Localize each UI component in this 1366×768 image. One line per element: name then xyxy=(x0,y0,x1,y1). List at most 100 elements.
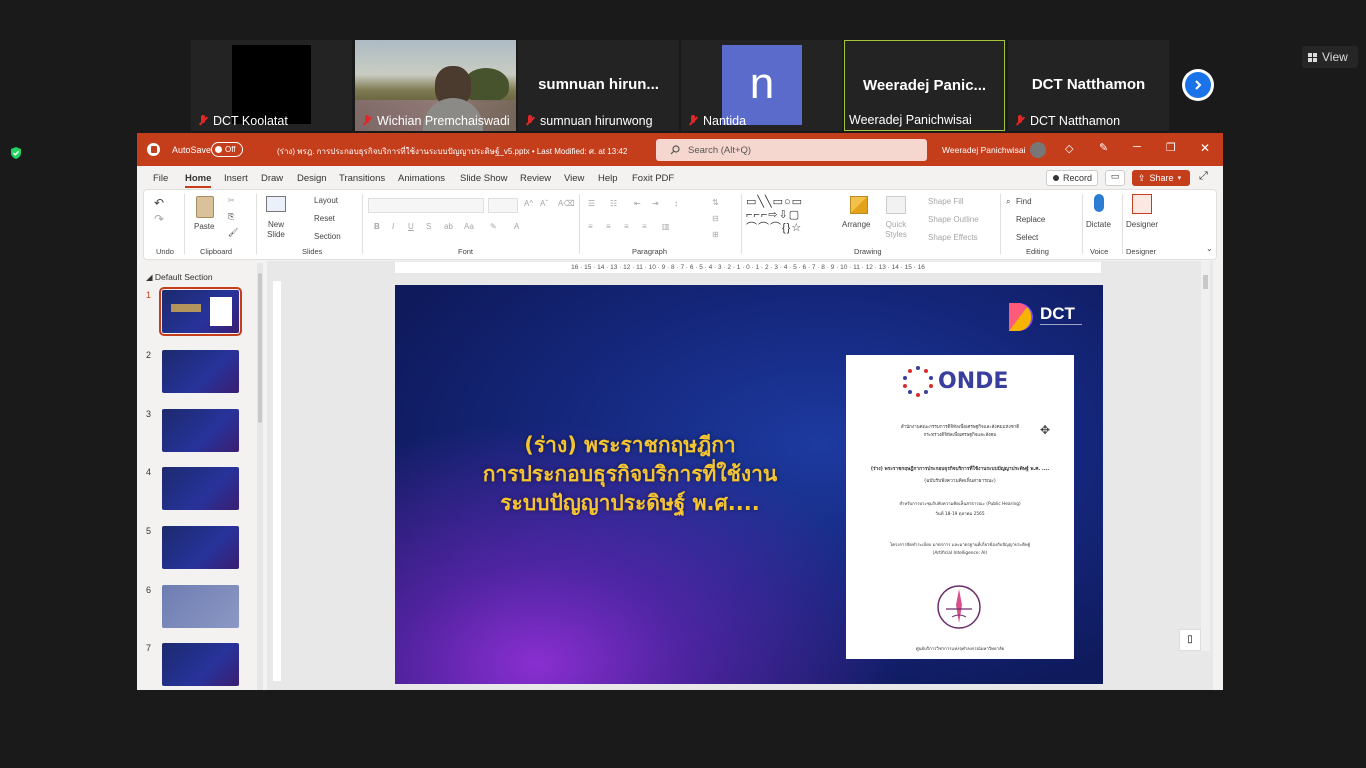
select-button[interactable]: Select xyxy=(1016,233,1038,242)
comments-button[interactable]: ▭ xyxy=(1105,170,1125,186)
restore-icon[interactable]: ❐ xyxy=(1166,141,1176,154)
file-title[interactable]: (ร่าง) พรฎ. การประกอบธุรกิจบริการที่ใช้ง… xyxy=(277,145,627,158)
columns-icon[interactable]: ▥ xyxy=(662,222,670,231)
slide-thumbnail[interactable] xyxy=(162,350,239,393)
tab-file[interactable]: File xyxy=(153,173,168,184)
font-color-icon[interactable]: A xyxy=(514,222,519,231)
collapse-ribbon-icon[interactable]: ⌄ xyxy=(1206,244,1213,253)
slide-thumbnail[interactable] xyxy=(162,526,239,569)
tab-view[interactable]: View xyxy=(564,173,584,184)
close-icon[interactable]: ✕ xyxy=(1200,141,1210,155)
microphone-icon[interactable] xyxy=(1094,194,1104,212)
arrange-button[interactable]: Arrange xyxy=(842,220,870,229)
shape-fill-button[interactable]: Shape Fill xyxy=(928,197,964,206)
align-center-icon[interactable]: ≡ xyxy=(606,222,611,231)
tab-review[interactable]: Review xyxy=(520,173,551,184)
shapes-gallery[interactable]: ▭╲╲▭○▭ ⌐⌐⌐⇨⇩▢ ⌒⌒⌒{}☆ xyxy=(746,196,836,238)
autosave-toggle[interactable]: Off xyxy=(211,142,243,157)
tab-home[interactable]: Home xyxy=(185,173,212,188)
vertical-scrollbar[interactable] xyxy=(1201,261,1210,651)
slide-thumbnail[interactable] xyxy=(162,409,239,452)
quick-styles-icon[interactable] xyxy=(886,196,906,214)
tab-slide-show[interactable]: Slide Show xyxy=(460,173,508,184)
next-page-button[interactable] xyxy=(1182,69,1214,101)
italic-icon[interactable]: I xyxy=(392,222,394,231)
text-direction-icon[interactable]: ⇅ xyxy=(712,198,719,207)
find-button[interactable]: Find xyxy=(1016,197,1032,206)
designer-icon[interactable] xyxy=(1132,194,1152,214)
format-painter-icon[interactable]: 🖌 xyxy=(228,228,238,237)
slide-thumbnail[interactable] xyxy=(162,585,239,628)
section-button[interactable]: Section xyxy=(314,232,341,241)
avatar[interactable] xyxy=(1030,142,1046,158)
document-cover-image[interactable]: ONDE สำนักงานคณะกรรมการดิจิทัลเพื่อเศรษฐ… xyxy=(846,355,1074,659)
participant-tile[interactable]: n Nantida xyxy=(681,40,842,131)
pen-icon[interactable]: ✎ xyxy=(1099,141,1108,154)
dictate-button[interactable]: Dictate xyxy=(1086,220,1111,229)
strikethrough-icon[interactable]: S xyxy=(426,222,431,231)
paste-button[interactable]: Paste xyxy=(194,222,214,231)
search-box[interactable]: Search (Alt+Q) xyxy=(656,139,927,161)
redo-icon[interactable]: ↷ xyxy=(154,212,164,226)
share-button[interactable]: ⇪ Share ▾ xyxy=(1132,170,1190,186)
tab-help[interactable]: Help xyxy=(598,173,618,184)
participant-tile[interactable]: DCT Koolatat xyxy=(191,40,352,131)
highlight-icon[interactable]: ✎ xyxy=(490,222,497,231)
view-button[interactable]: View xyxy=(1302,46,1358,68)
slide-thumbnail[interactable] xyxy=(162,643,239,686)
reset-button[interactable]: Reset xyxy=(314,214,335,223)
justify-icon[interactable]: ≡ xyxy=(642,222,647,231)
shape-outline-button[interactable]: Shape Outline xyxy=(928,215,979,224)
tab-draw[interactable]: Draw xyxy=(261,173,283,184)
font-size-dropdown[interactable] xyxy=(488,198,518,213)
minimize-icon[interactable]: ─ xyxy=(1133,141,1141,153)
diamond-icon[interactable]: ◇ xyxy=(1065,142,1073,155)
bullets-icon[interactable]: ☰ xyxy=(588,199,595,208)
pin-icon[interactable]: ⤢ xyxy=(1199,170,1208,183)
designer-button[interactable]: Designer xyxy=(1126,220,1158,229)
tab-insert[interactable]: Insert xyxy=(224,173,248,184)
increase-indent-icon[interactable]: ⇥ xyxy=(652,199,659,208)
replace-button[interactable]: Replace xyxy=(1016,215,1045,224)
notes-toggle-button[interactable]: ▯ xyxy=(1179,629,1201,651)
tab-design[interactable]: Design xyxy=(297,173,327,184)
paste-icon[interactable] xyxy=(196,196,214,218)
slide-title[interactable]: (ร่าง) พระราชกฤษฎีกา การประกอบธุรกิจบริก… xyxy=(435,431,825,518)
shape-effects-button[interactable]: Shape Effects xyxy=(928,233,978,242)
align-text-icon[interactable]: ⊟ xyxy=(712,214,719,223)
section-header[interactable]: ◢ Default Section xyxy=(146,272,213,283)
shrink-font-icon[interactable]: Aˇ xyxy=(540,199,548,208)
quick-styles-button[interactable]: Quick Styles xyxy=(882,220,910,240)
participant-tile[interactable]: Wichian Premchaiswadi xyxy=(355,40,516,131)
copy-icon[interactable]: ⎘ xyxy=(228,212,234,222)
thumbnails-scrollbar[interactable] xyxy=(257,263,263,690)
align-right-icon[interactable]: ≡ xyxy=(624,222,629,231)
security-shield-icon[interactable] xyxy=(9,146,23,160)
user-name[interactable]: Weeradej Panichwisai xyxy=(942,145,1025,155)
participant-tile-active-speaker[interactable]: Weeradej Panic... Weeradej Panichwisai xyxy=(844,40,1005,131)
layout-button[interactable]: Layout xyxy=(314,196,338,205)
tab-animations[interactable]: Animations xyxy=(398,173,445,184)
new-slide-icon[interactable] xyxy=(266,196,286,212)
arrange-icon[interactable] xyxy=(850,196,868,214)
line-spacing-icon[interactable]: ↕ xyxy=(674,199,678,208)
smartart-icon[interactable]: ⊞ xyxy=(712,230,719,239)
new-slide-button[interactable]: New Slide xyxy=(262,220,290,240)
participant-tile[interactable]: DCT Natthamon DCT Natthamon xyxy=(1008,40,1169,131)
tab-foxit-pdf[interactable]: Foxit PDF xyxy=(632,173,674,184)
tab-transitions[interactable]: Transitions xyxy=(339,173,385,184)
change-case-icon[interactable]: Aa xyxy=(464,222,474,231)
record-button[interactable]: Record xyxy=(1046,170,1098,186)
bold-icon[interactable]: B xyxy=(374,222,380,231)
font-name-dropdown[interactable] xyxy=(368,198,484,213)
cut-icon[interactable]: ✂ xyxy=(228,196,235,205)
underline-icon[interactable]: U xyxy=(408,222,414,231)
clear-format-icon[interactable]: A⌫ xyxy=(558,199,575,208)
slide-thumbnail[interactable] xyxy=(162,467,239,510)
slide-thumbnail[interactable] xyxy=(159,287,242,336)
participant-tile[interactable]: sumnuan hirun... sumnuan hirunwong xyxy=(518,40,679,131)
char-spacing-icon[interactable]: ab xyxy=(444,222,453,231)
current-slide[interactable]: (ร่าง) พระราชกฤษฎีกา การประกอบธุรกิจบริก… xyxy=(395,285,1103,684)
decrease-indent-icon[interactable]: ⇤ xyxy=(634,199,641,208)
align-left-icon[interactable]: ≡ xyxy=(588,222,593,231)
